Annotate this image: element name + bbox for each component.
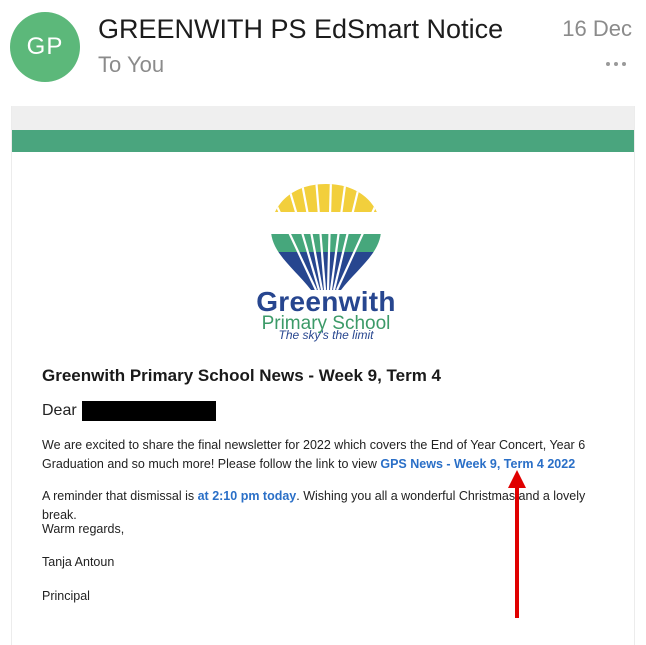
school-tagline: The sky's the limit [278,328,374,342]
annotation-arrow-icon [508,470,526,618]
dismissal-pre: A reminder that dismissal is [42,489,198,503]
intro-paragraph: We are excited to share the final newsle… [42,436,614,474]
redacted-name [82,401,216,421]
sender-avatar[interactable]: GP [10,12,80,82]
email-date: 16 Dec [562,16,632,41]
dismissal-time: at 2:10 pm today [197,489,297,503]
more-options-icon[interactable] [606,62,626,66]
sender-name: GREENWITH PS EdSmart Notice [98,14,504,44]
card-top-band [12,106,634,130]
header-green-bar [12,130,634,152]
newsletter-link[interactable]: GPS News - Week 9, Term 4 2022 [380,457,575,471]
greeting: Dear [42,402,77,419]
recipient-label: To You [98,52,165,77]
newsletter-headline: Greenwith Primary School News - Week 9, … [42,366,442,385]
email-body-card: Greenwith Primary School The sky's the l… [11,106,635,645]
